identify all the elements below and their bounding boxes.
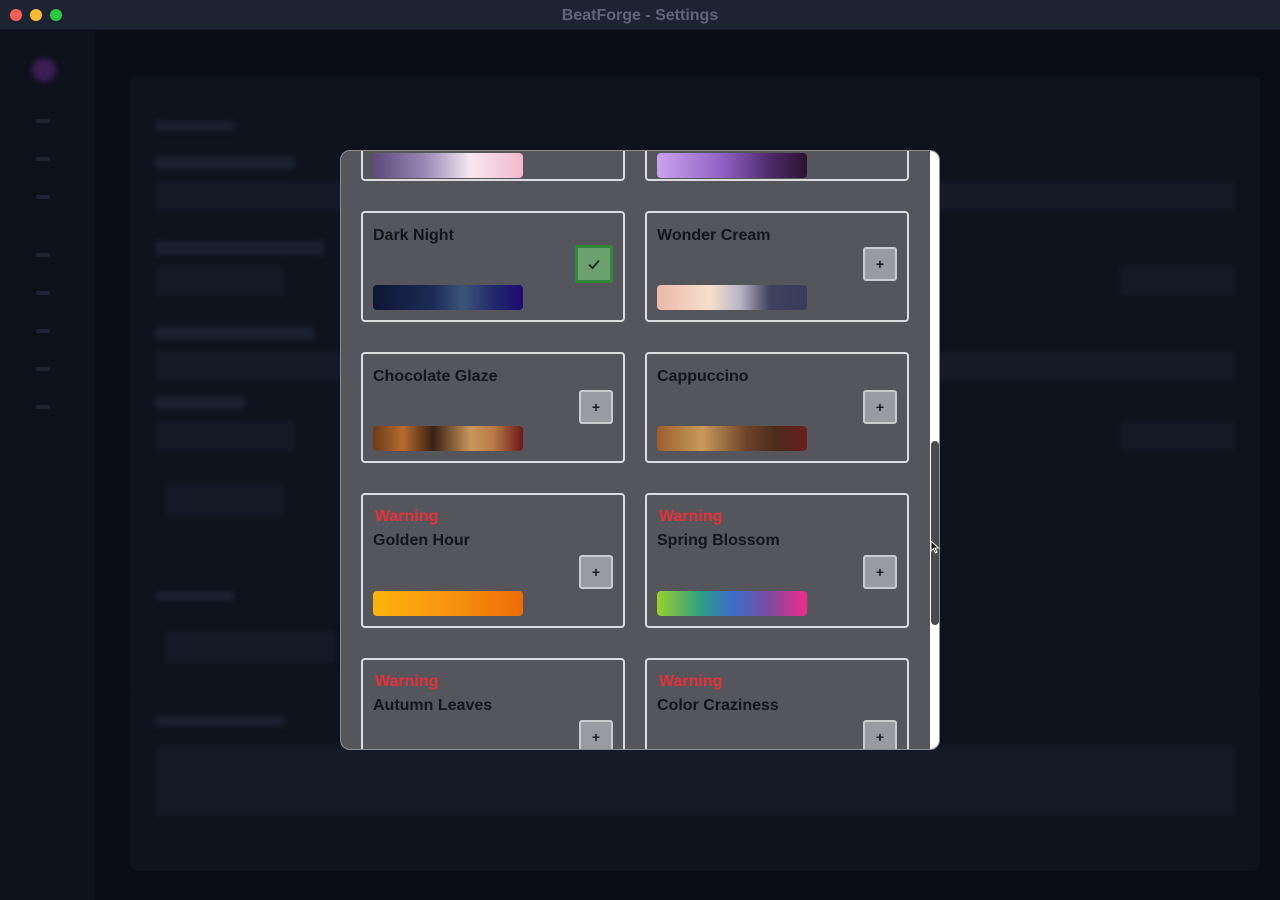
- theme-warning-label: Warning: [659, 508, 723, 525]
- theme-name: Wonder Cream: [657, 227, 771, 244]
- theme-name: Color Craziness: [657, 697, 779, 714]
- theme-name: Cappuccino: [657, 368, 749, 385]
- sidebar-icon: [36, 405, 50, 409]
- theme-name: Dark Night: [373, 227, 454, 244]
- scrollbar-thumb[interactable]: [931, 441, 939, 625]
- theme-card[interactable]: Wonder Cream +: [645, 211, 909, 322]
- theme-selected-button[interactable]: [575, 245, 613, 283]
- add-theme-button[interactable]: +: [863, 555, 897, 589]
- add-theme-button[interactable]: +: [579, 720, 613, 749]
- theme-gradient-preview: [657, 285, 807, 310]
- modal-scrollbar[interactable]: [930, 151, 939, 749]
- sidebar-icon: [36, 119, 50, 123]
- theme-list[interactable]: Dark Night Wonder Cream + Chocolate Glaze + C…: [341, 151, 929, 749]
- theme-name: Autumn Leaves: [373, 697, 493, 714]
- theme-name: Chocolate Glaze: [373, 368, 498, 385]
- plus-icon: +: [591, 729, 601, 745]
- sidebar-icon: [36, 291, 50, 295]
- theme-warning-label: Warning: [375, 673, 439, 690]
- theme-card[interactable]: Chocolate Glaze +: [361, 352, 625, 463]
- theme-gradient-preview: [373, 426, 523, 451]
- add-theme-button[interactable]: +: [863, 720, 897, 749]
- plus-icon: +: [875, 256, 885, 272]
- add-theme-button[interactable]: +: [863, 247, 897, 281]
- theme-gradient-preview: [373, 285, 523, 310]
- check-icon: [588, 259, 600, 270]
- theme-card[interactable]: Cappuccino +: [645, 352, 909, 463]
- theme-gradient-preview: [373, 591, 523, 616]
- theme-card[interactable]: [361, 151, 625, 181]
- add-theme-button[interactable]: +: [863, 390, 897, 424]
- theme-warning-label: Warning: [659, 673, 723, 690]
- sidebar-icon: [36, 329, 50, 333]
- plus-icon: +: [875, 399, 885, 415]
- sidebar-icon: [36, 253, 50, 257]
- window-title: BeatForge - Settings: [561, 7, 719, 24]
- theme-card[interactable]: Warning Autumn Leaves +: [361, 658, 625, 749]
- theme-gradient-preview: [657, 591, 807, 616]
- sidebar-icon: [36, 157, 50, 161]
- add-theme-button[interactable]: +: [579, 390, 613, 424]
- theme-gradient-preview: [657, 153, 807, 178]
- theme-card[interactable]: Dark Night: [361, 211, 625, 322]
- theme-card[interactable]: Warning Spring Blossom +: [645, 493, 909, 628]
- theme-card[interactable]: [645, 151, 909, 181]
- plus-icon: +: [591, 399, 601, 415]
- theme-picker-modal: Dark Night Wonder Cream + Chocolate Glaze + C…: [340, 150, 940, 750]
- sidebar-icon: [36, 195, 50, 199]
- theme-name: Golden Hour: [373, 532, 470, 549]
- plus-icon: +: [875, 564, 885, 580]
- plus-icon: +: [591, 564, 601, 580]
- background-sidebar: [0, 31, 95, 900]
- sidebar-icon: [36, 367, 50, 371]
- theme-warning-label: Warning: [375, 508, 439, 525]
- window-titlebar: BeatForge - Settings: [0, 0, 1280, 30]
- theme-card[interactable]: Warning Color Craziness +: [645, 658, 909, 749]
- theme-gradient-preview: [373, 153, 523, 178]
- theme-card[interactable]: Warning Golden Hour +: [361, 493, 625, 628]
- theme-gradient-preview: [657, 426, 807, 451]
- plus-icon: +: [875, 729, 885, 745]
- theme-name: Spring Blossom: [657, 532, 780, 549]
- mouse-cursor-icon: [930, 540, 940, 554]
- add-theme-button[interactable]: +: [579, 555, 613, 589]
- app-logo-icon: [32, 58, 56, 82]
